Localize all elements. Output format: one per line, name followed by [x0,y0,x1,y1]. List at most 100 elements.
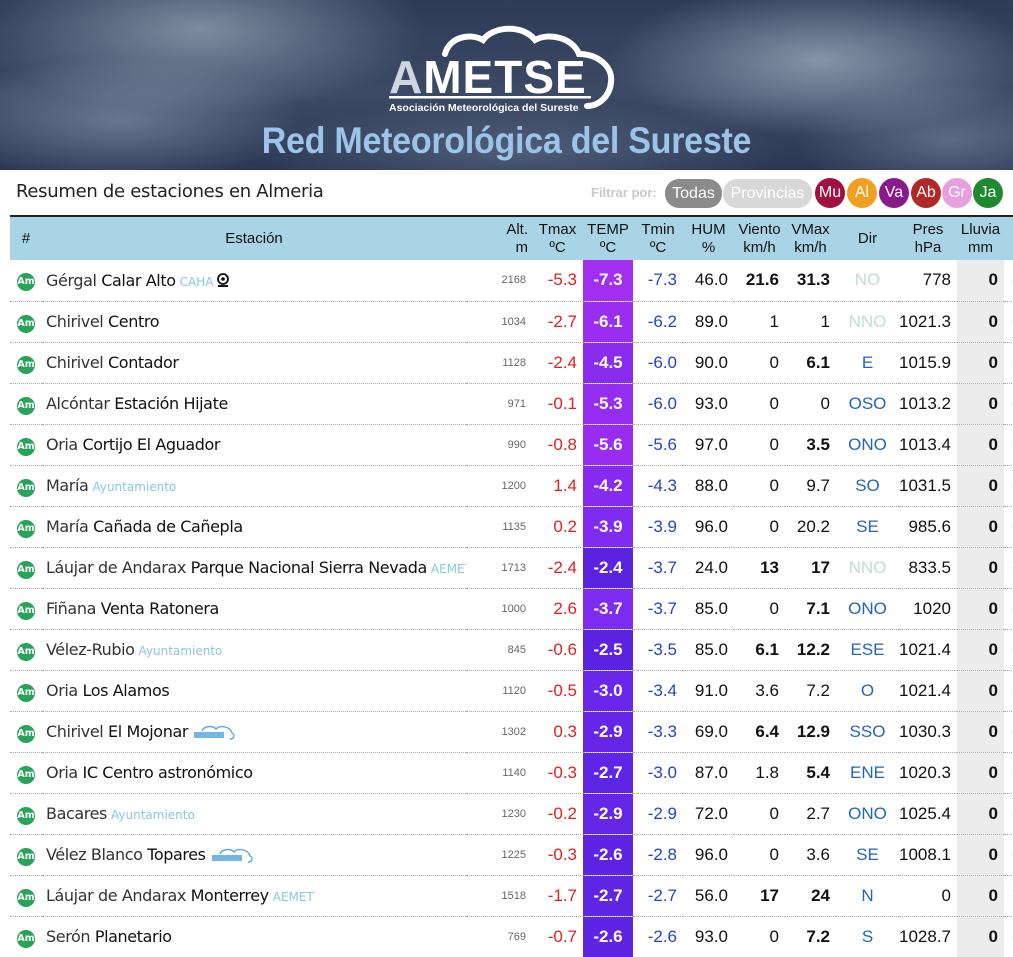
temp-cell: -2.5 [583,629,633,670]
station-cell[interactable]: Vélez-Rubio Ayuntamiento [42,629,466,670]
station-name[interactable]: Cortijo El Aguador [83,435,221,454]
station-cell[interactable]: Fiñana Venta Ratonera [42,588,466,629]
humidity-cell: 93.0 [694,393,728,413]
table-row[interactable]: Am Chirivel Centro 1034 -2.7 -6.1 -6.2 89.0 1 1 N… [10,301,1013,342]
update-time-cell[interactable] [1004,670,1013,711]
update-time-cell[interactable] [1004,383,1013,424]
table-row[interactable]: Am Vélez-Rubio Ayuntamiento 845 -0.6 -2.5 -3.5… [10,629,1013,670]
province-filter-al[interactable]: Al [847,178,877,208]
station-cell[interactable]: Láujar de Andarax Parque Nacional Sierra… [42,547,466,588]
filter-provincias-button[interactable]: Provincias [723,179,812,208]
table-row[interactable]: Am Oria Los Alamos 1120 -0.5 -3.0 -3.4 91.0 3.6… [10,670,1013,711]
province-badge: Am [17,642,35,661]
station-cell[interactable]: Láujar de Andarax Monterrey AEMET [42,875,466,916]
table-row[interactable]: Am Fiñana Venta Ratonera 1000 2.6 -3.7 -3.7 85… [10,588,1013,629]
col-time[interactable]: t [1004,215,1013,260]
tmin-cell: -2.7 [647,885,677,905]
col-temp[interactable]: TEMP ºC [583,215,633,260]
col-tmin[interactable]: Tmin ºC [633,215,683,260]
table-row[interactable]: Am Láujar de Andarax Parque Nacional Sier… [10,547,1013,588]
station-name[interactable]: IC Centro astronómico [83,763,253,782]
col-hum[interactable]: HUM% [683,215,734,260]
update-time-cell[interactable] [1004,260,1013,301]
station-cell[interactable]: Oria Cortijo El Aguador [42,424,466,465]
table-row[interactable]: Am María Ayuntamiento 1200 1.4 -4.2 -4.3 88.0 0 9… [10,465,1013,506]
station-cell[interactable]: Bacares Ayuntamiento [42,793,466,834]
table-row[interactable]: Am Vélez Blanco Topares 1225 -0.3 -2.6 -2.8 96… [10,834,1013,875]
table-row[interactable]: Am Alcóntar Estación Hijate 971 -0.1 -5.3 -6.… [10,383,1013,424]
update-time-cell[interactable] [1004,834,1013,875]
update-time-cell[interactable] [1004,301,1013,342]
table-row[interactable]: Am Oria IC Centro astronómico 1140 -0.3 -2.7… [10,752,1013,793]
wind-cell: 17 [760,885,779,905]
col-rain[interactable]: Lluvia mm [957,215,1004,260]
update-time-cell[interactable] [1004,793,1013,834]
table-row[interactable]: Am Serón Planetario 769 -0.7 -2.6 -2.6 93.0 0 7.… [10,916,1013,957]
col-num[interactable]: # [10,215,42,260]
update-time-cell[interactable] [1004,916,1013,957]
station-cell[interactable]: Oria IC Centro astronómico [42,752,466,793]
col-tmax[interactable]: Tmax ºC [532,215,583,260]
province-filter-gr[interactable]: Gr [942,178,972,208]
update-time-cell[interactable] [1004,629,1013,670]
province-badge: Am [17,724,35,743]
col-vmax[interactable]: VMax km/h [785,215,836,260]
province-filter-mu[interactable]: Mu [815,178,845,208]
station-cell[interactable]: Gérgal Calar Alto CAHA [42,260,466,301]
province-badge: Am [17,314,35,333]
station-cell[interactable]: Alcóntar Estación Hijate [42,383,466,424]
station-cell[interactable]: Chirivel El Mojonar [42,711,466,752]
update-time-cell[interactable] [1004,752,1013,793]
update-time-cell[interactable] [1004,588,1013,629]
station-name[interactable]: Parque Nacional Sierra Nevada [191,558,428,577]
update-time-cell[interactable] [1004,506,1013,547]
station-name[interactable]: Estación Hijate [114,394,228,413]
update-time-cell[interactable] [1004,711,1013,752]
table-row[interactable]: Am Oria Cortijo El Aguador 990 -0.8 -5.6 -5.6… [10,424,1013,465]
update-time-cell[interactable] [1004,875,1013,916]
update-time-cell[interactable] [1004,424,1013,465]
station-cell[interactable]: María Ayuntamiento [42,465,466,506]
station-cell[interactable]: Chirivel Centro [42,301,466,342]
province-badge: Am [17,601,35,620]
humidity-cell: 97.0 [694,434,728,454]
table-row[interactable]: Am Bacares Ayuntamiento 1230 -0.2 -2.9 -2.9 72.… [10,793,1013,834]
station-name[interactable]: Los Alamos [83,681,170,700]
station-name[interactable]: Cañada de Cañepla [93,517,243,536]
province-filter-ab[interactable]: Ab [911,178,941,208]
temp-cell: -5.3 [583,383,633,424]
col-station[interactable]: Estación [42,215,466,260]
station-cell[interactable]: Oria Los Alamos [42,670,466,711]
station-name[interactable]: Venta Ratonera [101,599,220,618]
filter-todas-button[interactable]: Todas [665,179,722,208]
col-alt[interactable]: Alt. m [466,215,532,260]
tmax-cell: -0.7 [547,926,577,946]
province-filter-ja[interactable]: Ja [973,178,1003,208]
col-dir[interactable]: Dir [836,215,899,260]
station-cell[interactable]: Chirivel Contador [42,342,466,383]
station-name[interactable]: Contador [108,353,179,372]
table-row[interactable]: Am Gérgal Calar Alto CAHA 2168 -5.3 -7.3 -7.3 4… [10,260,1013,301]
table-row[interactable]: Am Chirivel El Mojonar 1302 0.3 -2.9 -3.3 69.0… [10,711,1013,752]
station-location: Alcóntar [46,394,110,413]
station-name[interactable]: Planetario [95,927,172,946]
update-time-cell[interactable] [1004,547,1013,588]
station-name[interactable]: Monterrey [191,886,269,905]
station-cell[interactable]: Vélez Blanco Topares [42,834,466,875]
update-time-cell[interactable] [1004,465,1013,506]
station-name[interactable]: Calar Alto [101,271,176,290]
station-name[interactable]: Centro [108,312,159,331]
update-time-cell[interactable] [1004,342,1013,383]
col-pres[interactable]: Pres hPa [899,215,957,260]
table-row[interactable]: Am María Cañada de Cañepla 1135 0.2 -3.9 -3.9… [10,506,1013,547]
station-name[interactable]: El Mojonar [108,722,188,741]
col-wind[interactable]: Viento km/h [734,215,785,260]
table-row[interactable]: Am Láujar de Andarax Monterrey AEMET 1518 -1… [10,875,1013,916]
province-filter-va[interactable]: Va [879,178,909,208]
wind-max-cell: 24 [811,885,830,905]
station-cell[interactable]: María Cañada de Cañepla [42,506,466,547]
table-row[interactable]: Am Chirivel Contador 1128 -2.4 -4.5 -6.0 90.0 0… [10,342,1013,383]
station-cell[interactable]: Serón Planetario [42,916,466,957]
station-name[interactable]: Topares [147,845,206,864]
ametse-logo[interactable]: AMETSE Asociación Meteorológica del Sure… [383,20,633,120]
